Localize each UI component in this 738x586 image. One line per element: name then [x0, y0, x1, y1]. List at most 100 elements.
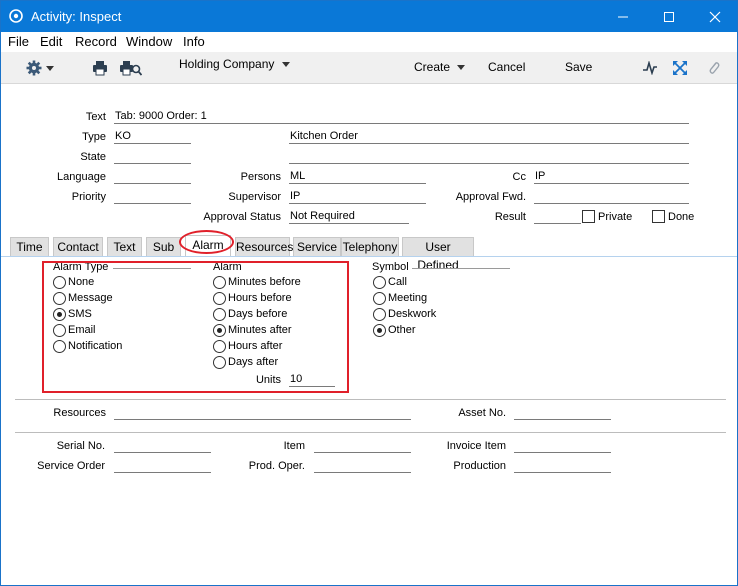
resources-label: Resources [53, 407, 106, 419]
service-order-label: Service Order [37, 460, 105, 472]
tab-contact[interactable]: Contact [53, 237, 103, 256]
tab-service[interactable]: Service [293, 237, 341, 256]
done-checkbox[interactable] [652, 210, 665, 223]
close-icon [709, 11, 721, 23]
state-description-field [289, 150, 689, 164]
priority-field[interactable] [114, 190, 191, 204]
menu-bar: File Edit Record Window Info [1, 32, 737, 52]
radio-circle-icon [373, 292, 386, 305]
item-label: Item [283, 440, 305, 452]
invoice-item-label: Invoice Item [446, 440, 506, 452]
approval-status-label: Approval Status [203, 211, 281, 223]
maximize-button[interactable] [646, 1, 692, 32]
symbol-header-line [412, 268, 510, 269]
settings-menu-button[interactable] [25, 59, 57, 77]
create-label: Create [414, 60, 451, 74]
item-field[interactable] [314, 439, 411, 453]
app-icon [9, 9, 23, 23]
radio-circle-icon [373, 276, 386, 289]
company-selector[interactable]: Holding Company [179, 57, 290, 71]
minimize-icon [618, 16, 628, 18]
resources-field[interactable] [114, 406, 411, 420]
serial-no-field[interactable] [114, 439, 211, 453]
language-field[interactable] [114, 170, 191, 184]
production-field[interactable] [514, 459, 611, 473]
service-order-field[interactable] [114, 459, 211, 473]
symbol-option-label: Deskwork [388, 308, 437, 320]
chevron-down-icon [281, 62, 290, 67]
priority-label: Priority [71, 191, 106, 203]
supervisor-field[interactable]: IP [289, 190, 426, 204]
text-label: Text [85, 111, 106, 123]
company-label: Holding Company [179, 57, 275, 71]
chevron-down-icon [457, 65, 466, 70]
symbol-option-label: Meeting [388, 292, 428, 304]
menu-file[interactable]: File [8, 34, 29, 49]
private-checkbox[interactable] [582, 210, 595, 223]
approval-fwd-field[interactable] [534, 190, 689, 204]
tab-telephony[interactable]: Telephony [341, 237, 399, 256]
cc-label: Cc [512, 171, 526, 183]
approval-status-field: Not Required [289, 210, 409, 224]
asset-no-label: Asset No. [458, 407, 506, 419]
result-label: Result [494, 211, 526, 223]
tab-text[interactable]: Text [107, 237, 142, 256]
symbol-option-label: Call [388, 276, 407, 288]
separator-1 [15, 399, 726, 400]
menu-info[interactable]: Info [183, 34, 205, 49]
gear-icon [26, 60, 42, 76]
production-label: Production [453, 460, 506, 472]
asset-no-field[interactable] [514, 406, 611, 420]
maximize-icon [664, 12, 674, 23]
print-icon[interactable] [92, 60, 108, 76]
radio-circle-icon [373, 324, 386, 337]
approval-fwd-label: Approval Fwd. [455, 191, 526, 203]
toolbar: Holding Company Create Cancel Save [1, 52, 737, 84]
cancel-button[interactable]: Cancel [488, 60, 525, 74]
serial-no-label: Serial No. [56, 440, 105, 452]
menu-window[interactable]: Window [126, 34, 172, 49]
radio-circle-icon [373, 308, 386, 321]
menu-record[interactable]: Record [75, 34, 117, 49]
activity-graph-icon[interactable] [642, 61, 658, 75]
text-field[interactable]: Tab: 9000 Order: 1 [114, 110, 689, 124]
expand-icon[interactable] [673, 61, 687, 75]
persons-label: Persons [240, 171, 281, 183]
prod-oper-field[interactable] [314, 459, 411, 473]
tab-time[interactable]: Time [10, 237, 49, 256]
language-label: Language [57, 171, 106, 183]
separator-2 [15, 432, 726, 433]
invoice-item-field[interactable] [514, 439, 611, 453]
type-field[interactable]: KO [114, 130, 191, 144]
menu-edit[interactable]: Edit [40, 34, 62, 49]
state-field[interactable] [114, 150, 191, 164]
chevron-down-icon [46, 66, 54, 71]
supervisor-label: Supervisor [228, 191, 281, 203]
cc-field[interactable]: IP [534, 170, 689, 184]
symbol-option-label: Other [388, 324, 416, 336]
type-label: Type [82, 131, 106, 143]
persons-field[interactable]: ML [289, 170, 426, 184]
tab-user-defined[interactable]: User Defined [402, 237, 474, 272]
paperclip-icon[interactable] [708, 60, 720, 76]
state-label: State [80, 151, 106, 163]
alarm-highlight-box [42, 261, 349, 393]
close-button[interactable] [692, 1, 738, 32]
tab-resources[interactable]: Resources [235, 237, 293, 256]
type-description-field: Kitchen Order [289, 130, 689, 144]
prod-oper-label: Prod. Oper. [248, 460, 305, 472]
create-button[interactable]: Create [414, 60, 466, 74]
result-field[interactable] [534, 210, 581, 224]
alarm-tab-highlight [179, 230, 234, 254]
print-preview-icon[interactable] [120, 60, 142, 76]
save-button[interactable]: Save [565, 60, 592, 74]
minimize-button[interactable] [600, 1, 646, 32]
activity-window: Activity: Inspect File Edit Record Windo… [0, 0, 738, 586]
tab-sub[interactable]: Sub [146, 237, 181, 256]
private-label: Private [598, 211, 633, 223]
done-label: Done [668, 211, 695, 223]
window-title: Activity: Inspect [31, 9, 122, 24]
title-bar: Activity: Inspect [1, 1, 737, 32]
symbol-header: Symbol [372, 261, 409, 273]
tab-divider [1, 256, 737, 257]
